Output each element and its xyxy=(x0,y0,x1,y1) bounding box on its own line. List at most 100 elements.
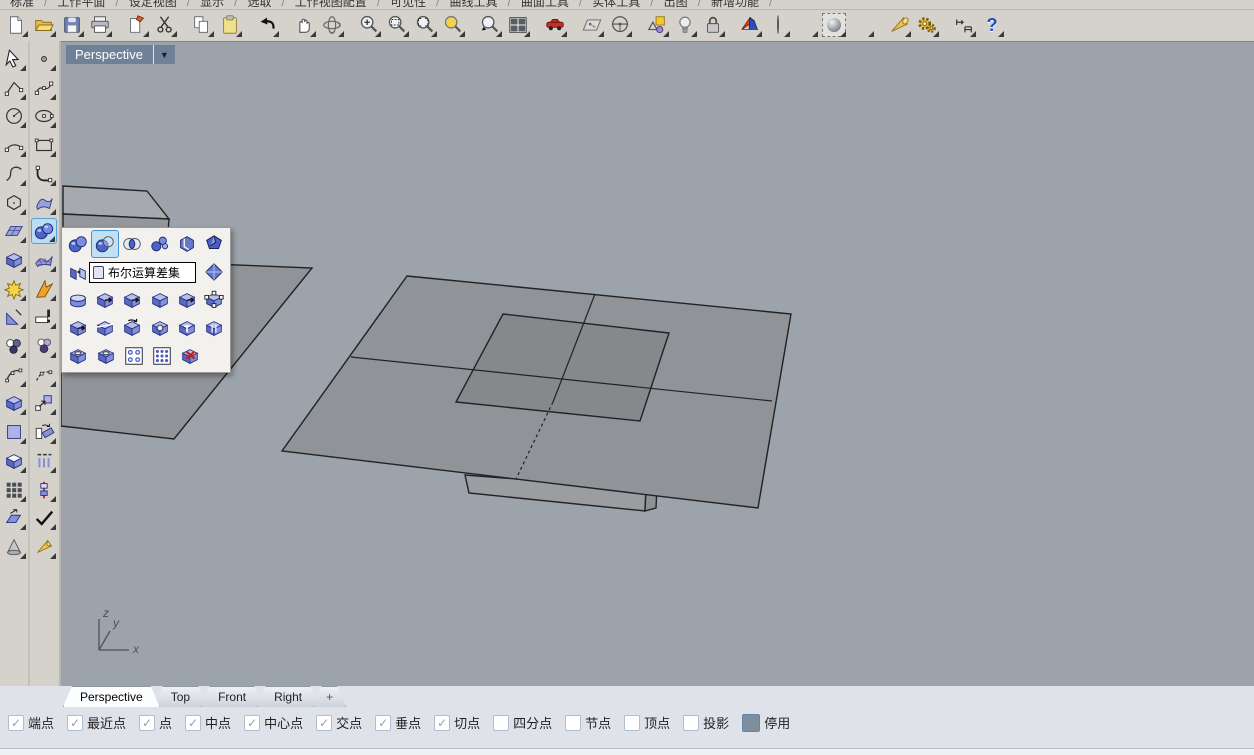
boolean-split-button[interactable] xyxy=(146,230,173,258)
osnap-checkbox[interactable] xyxy=(624,715,640,731)
viewport-tab-front[interactable]: Front xyxy=(201,686,263,707)
array-grid-button[interactable] xyxy=(1,477,27,503)
osnap-checkbox[interactable]: ✓ xyxy=(434,715,450,731)
new-document-button[interactable] xyxy=(2,11,30,39)
copy-squares-button[interactable] xyxy=(1,419,27,445)
osnap-checkbox[interactable] xyxy=(683,715,699,731)
offset-face-button[interactable] xyxy=(119,286,146,314)
shell-box-button[interactable] xyxy=(173,230,200,258)
extrude-face-button[interactable] xyxy=(173,286,200,314)
circle-center-button[interactable] xyxy=(1,103,27,129)
array-hole-button[interactable] xyxy=(148,342,176,370)
menu-item[interactable]: 标准 xyxy=(0,0,44,10)
zoom-selected-button[interactable] xyxy=(439,11,467,39)
menu-item[interactable]: 实体工具 xyxy=(582,0,650,10)
viewport-title-bar[interactable]: Perspective ▼ xyxy=(66,45,175,64)
check-mark-button[interactable] xyxy=(31,505,57,531)
rebuild-curve-button[interactable] xyxy=(1,362,27,388)
copy-hole-button[interactable] xyxy=(92,342,120,370)
menu-item[interactable]: 选取 xyxy=(237,0,281,10)
move-blue-button[interactable] xyxy=(1,505,27,531)
box-solid-button[interactable] xyxy=(1,247,27,273)
menu-item[interactable]: 工作平面 xyxy=(47,0,115,10)
menu-item[interactable]: 可见性 xyxy=(380,0,436,10)
dimension-button[interactable] xyxy=(950,11,978,39)
shaded-sphere-button[interactable] xyxy=(792,11,820,39)
lock-button[interactable] xyxy=(699,11,727,39)
trim-exclaim-button[interactable] xyxy=(31,304,57,330)
cplane-map-button[interactable] xyxy=(578,11,606,39)
viewport-tab-perspective[interactable]: Perspective xyxy=(63,686,160,707)
curve-freeform-button[interactable] xyxy=(1,161,27,187)
viewport-dropdown-icon[interactable]: ▼ xyxy=(154,50,175,60)
osnap-checkbox[interactable]: ✓ xyxy=(8,715,24,731)
lights-bulb-button[interactable] xyxy=(671,11,699,39)
zoom-dynamic-button[interactable] xyxy=(355,11,383,39)
menu-item[interactable]: 出图 xyxy=(654,0,698,10)
zoom-extents-button[interactable] xyxy=(411,11,439,39)
menu-item[interactable]: 曲线工具 xyxy=(440,0,508,10)
four-viewports-button[interactable] xyxy=(504,11,532,39)
osnap-checkbox[interactable]: ✓ xyxy=(316,715,332,731)
extrude-solid-button[interactable] xyxy=(1,390,27,416)
join-circles-button[interactable] xyxy=(1,333,27,359)
copy-button[interactable] xyxy=(188,11,216,39)
ghosted-sphere-button[interactable] xyxy=(820,11,848,39)
menu-item[interactable]: 工作视图配置 xyxy=(285,0,377,10)
boolean-difference-button[interactable] xyxy=(91,230,118,258)
extract-surface-button[interactable] xyxy=(64,258,91,286)
osnap-checkbox[interactable]: ✓ xyxy=(185,715,201,731)
osnap-checkbox[interactable]: ✓ xyxy=(375,715,391,731)
fillet-star-button[interactable] xyxy=(1,276,27,302)
menu-item[interactable]: 显示 xyxy=(190,0,234,10)
slice-solid-button[interactable] xyxy=(64,286,91,314)
single-point-button[interactable] xyxy=(31,46,57,72)
polyline-button[interactable] xyxy=(1,75,27,101)
extrude-straight-button[interactable] xyxy=(31,448,57,474)
round-hole-button[interactable] xyxy=(146,314,173,342)
print-button[interactable] xyxy=(86,11,114,39)
rectangle-button[interactable] xyxy=(31,132,57,158)
help-button[interactable]: ? xyxy=(978,11,1006,39)
rendered-sphere-button[interactable] xyxy=(848,11,876,39)
viewport-tab-right[interactable]: Right xyxy=(257,686,319,707)
osnap-checkbox[interactable]: ✓ xyxy=(244,715,260,731)
delete-hole-button[interactable] xyxy=(176,342,204,370)
spotlight-cone-button[interactable] xyxy=(885,11,913,39)
ellipse-button[interactable] xyxy=(31,103,57,129)
cone-gray-button[interactable] xyxy=(1,534,27,560)
explode-lightning-button[interactable] xyxy=(31,276,57,302)
arc-3pt-button[interactable] xyxy=(1,132,27,158)
boolean-intersection-button[interactable] xyxy=(119,230,146,258)
mesh-surface-button[interactable] xyxy=(31,247,57,273)
points-on-solid-button[interactable] xyxy=(201,286,228,314)
zoom-window-button[interactable] xyxy=(383,11,411,39)
save-button[interactable] xyxy=(58,11,86,39)
layers-shapes-button[interactable] xyxy=(643,11,671,39)
surface-plane-button[interactable] xyxy=(1,218,27,244)
place-hole-button[interactable] xyxy=(64,342,92,370)
add-viewport-tab[interactable]: + xyxy=(313,686,346,707)
display-shell-button[interactable] xyxy=(736,11,764,39)
group-circles-button[interactable] xyxy=(31,333,57,359)
paste-clipboard-button[interactable] xyxy=(216,11,244,39)
options-gears-button[interactable] xyxy=(913,11,941,39)
boolean-union-button[interactable] xyxy=(64,230,91,258)
melt-cone-button[interactable] xyxy=(31,534,57,560)
undo-button[interactable] xyxy=(253,11,281,39)
solid-tools-spheres-button[interactable] xyxy=(31,218,57,244)
curve-interpolate-button[interactable] xyxy=(31,75,57,101)
viewport-tab-top[interactable]: Top xyxy=(154,686,207,707)
pan-hand-button[interactable] xyxy=(290,11,318,39)
osnap-checkbox[interactable] xyxy=(493,715,509,731)
patch-surface-button[interactable] xyxy=(31,190,57,216)
set-cplane-button[interactable] xyxy=(606,11,634,39)
move-face-arrow-button[interactable] xyxy=(64,314,91,342)
osnap-checkbox[interactable]: ✓ xyxy=(139,715,155,731)
osnap-checkbox[interactable] xyxy=(565,715,581,731)
color-wheel-button[interactable] xyxy=(764,11,792,39)
undo-view-change-button[interactable] xyxy=(476,11,504,39)
menu-item[interactable]: 新增功能 xyxy=(701,0,769,10)
split-face-button[interactable] xyxy=(91,314,118,342)
osnap-checkbox[interactable]: ✓ xyxy=(67,715,83,731)
